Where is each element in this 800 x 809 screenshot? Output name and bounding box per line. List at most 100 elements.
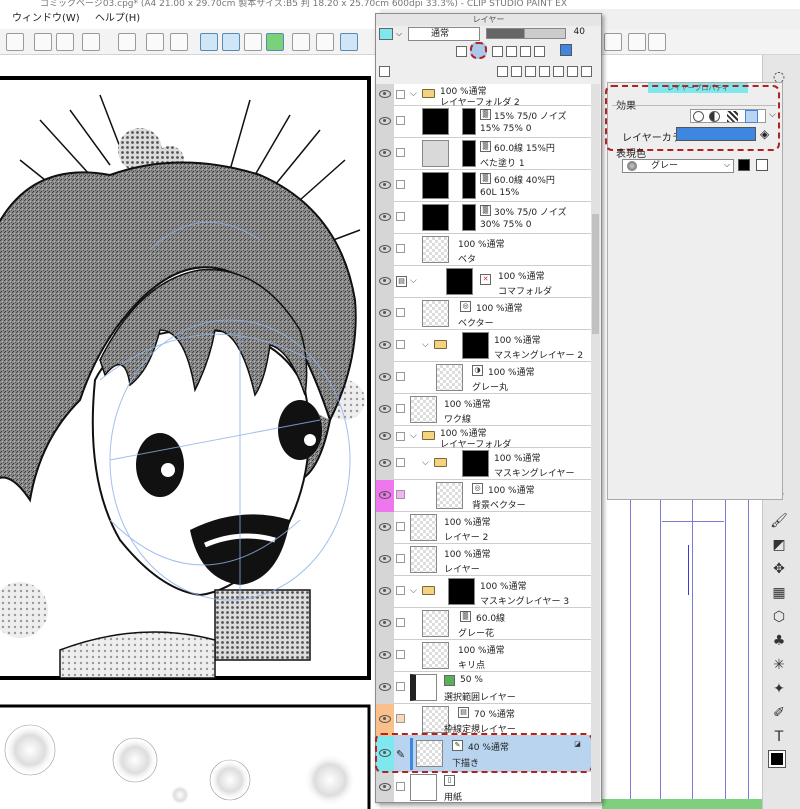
layer-row[interactable]: ▯ 用紙 <box>376 772 591 802</box>
layer-row[interactable]: ⌵ 100 %通常 レイヤーフォルダ 2 <box>376 84 591 108</box>
chevron-down-icon[interactable]: ⌵ <box>410 431 417 441</box>
new-vector-icon[interactable] <box>511 66 522 77</box>
eye-icon[interactable] <box>379 373 391 381</box>
lock-checkbox[interactable] <box>396 714 405 723</box>
layer-row[interactable]: ▒ 15% 75/0 ノイズ 15% 75% 0 <box>376 106 591 138</box>
layer-row[interactable]: ◎ 100 %通常 ベクター <box>376 298 591 330</box>
pen-icon[interactable] <box>200 33 218 51</box>
layer-row[interactable]: 100 %通常 ワク線 <box>376 394 591 426</box>
reset-icon[interactable] <box>604 33 622 51</box>
lasso-tool-icon[interactable]: ✦ <box>769 679 789 699</box>
chevron-down-icon[interactable]: ⌵ <box>724 160 730 170</box>
expression-select[interactable]: グレー <box>622 159 734 173</box>
layer-row[interactable]: ⌵ 100 %通常 マスキングレイヤー <box>376 448 591 480</box>
layer-row[interactable]: 100 %通常 キリ点 <box>376 640 591 672</box>
mask-icon[interactable] <box>567 66 578 77</box>
save-icon[interactable] <box>170 33 188 51</box>
color-swatch[interactable] <box>560 44 572 56</box>
main-color-swatch[interactable] <box>768 750 786 768</box>
cut-icon[interactable] <box>34 33 52 51</box>
chevron-down-icon[interactable]: ⌵ <box>422 340 429 350</box>
lock-checkbox[interactable] <box>396 244 405 253</box>
chevron-down-icon[interactable]: ⌵ <box>410 586 417 596</box>
chevron-down-icon[interactable]: ⌵ <box>396 29 402 39</box>
decoration-tool-icon[interactable]: ♣ <box>769 631 789 651</box>
layer-row[interactable]: ⌵ 100 %通常 マスキングレイヤー 3 <box>376 576 591 608</box>
lock-checkbox[interactable] <box>396 372 405 381</box>
frog-icon[interactable] <box>266 33 284 51</box>
fill-bucket-icon[interactable]: ◈ <box>760 127 769 141</box>
operation-tool-icon[interactable]: ✳ <box>769 655 789 675</box>
scrollbar-thumb[interactable] <box>592 214 599 334</box>
copy-icon[interactable] <box>56 33 74 51</box>
undo-icon[interactable] <box>82 33 100 51</box>
transparency-lock-icon[interactable] <box>506 46 517 57</box>
reference-icon[interactable] <box>520 46 531 57</box>
layer-row[interactable]: ◑ 100 %通常 グレー丸 <box>376 362 591 394</box>
layer-row[interactable]: 100 %通常 ベタ <box>376 234 591 266</box>
eye-icon[interactable] <box>379 619 391 627</box>
move-tool-icon[interactable]: ✥ <box>769 559 789 579</box>
border-effect-icon[interactable] <box>693 111 704 122</box>
fill-tool-icon[interactable]: ◩ <box>769 535 789 555</box>
blend-mode-select[interactable]: 通常 <box>408 27 480 41</box>
layer-color-swatch[interactable] <box>676 127 756 141</box>
layer-color-preview[interactable] <box>379 28 393 40</box>
layer-row[interactable]: ⌵ 100 %通常 マスキングレイヤー 2 <box>376 330 591 362</box>
eye-icon[interactable] <box>379 341 391 349</box>
clock-icon[interactable] <box>648 33 666 51</box>
opacity-slider[interactable] <box>486 28 566 39</box>
lock-checkbox[interactable] <box>396 586 405 595</box>
lock-checkbox[interactable] <box>396 490 405 499</box>
brush-tool-icon[interactable]: 🖌 <box>769 511 789 531</box>
lock-checkbox[interactable] <box>396 404 405 413</box>
trash-icon[interactable] <box>581 66 592 77</box>
new-folder-icon[interactable] <box>525 66 536 77</box>
lock-checkbox[interactable] <box>396 116 405 125</box>
snap-icon[interactable] <box>146 33 164 51</box>
layer-row[interactable]: ⌵ 100 %通常 レイヤーフォルダ <box>376 426 591 450</box>
menu-help[interactable]: ヘルプ(H) <box>95 13 140 24</box>
eye-icon[interactable] <box>379 181 391 189</box>
select-icon[interactable] <box>292 33 310 51</box>
close-circle-icon[interactable] <box>628 33 646 51</box>
chevron-down-icon[interactable]: ⌵ <box>410 89 417 99</box>
lock-checkbox[interactable] <box>396 212 405 221</box>
eye-icon[interactable] <box>379 715 391 723</box>
text-tool-icon[interactable]: T <box>769 727 789 747</box>
opacity-value[interactable]: 40 <box>569 27 585 41</box>
extract-line-icon[interactable] <box>709 111 720 122</box>
chevron-down-icon[interactable]: ⌵ <box>410 276 417 286</box>
sub-color-swatch[interactable] <box>756 159 768 171</box>
layer-row[interactable]: ▤ ⌵ ✕ 100 %通常 コマフォルダ <box>376 266 591 298</box>
layer-row[interactable]: ▤ 70 %通常 枠線定規レイヤー <box>376 704 591 736</box>
eye-icon[interactable] <box>379 555 391 563</box>
eye-icon[interactable] <box>379 149 391 157</box>
lock-checkbox[interactable] <box>396 782 405 791</box>
lock-checkbox[interactable] <box>396 650 405 659</box>
chevron-down-icon[interactable]: ⌵ <box>769 110 776 120</box>
layer-color-icon[interactable] <box>470 42 487 59</box>
eye-icon[interactable] <box>379 459 391 467</box>
lock-checkbox[interactable] <box>396 308 405 317</box>
layer-row[interactable]: 50 % 選択範囲レイヤー <box>376 672 591 704</box>
layer-scrollbar[interactable] <box>591 84 600 802</box>
figure-tool-icon[interactable]: ⬡ <box>769 607 789 627</box>
eye-icon[interactable] <box>379 523 391 531</box>
lock-checkbox[interactable] <box>396 554 405 563</box>
tone-effect-icon[interactable] <box>727 111 738 122</box>
layer-row-selected[interactable]: ✎ ✎ 40 %通常 下描き ◪ <box>376 736 591 772</box>
lock-checkbox[interactable] <box>396 90 405 99</box>
draft-icon[interactable] <box>534 46 545 57</box>
chevron-down-icon[interactable]: ⌵ <box>422 458 429 468</box>
eye-icon[interactable] <box>379 90 391 98</box>
lock-checkbox[interactable] <box>396 682 405 691</box>
lock-checkbox[interactable] <box>396 522 405 531</box>
layer-row[interactable]: 100 %通常 レイヤー 2 <box>376 512 591 544</box>
menu-window[interactable]: ウィンドウ(W) <box>12 13 80 24</box>
eraser-icon[interactable] <box>244 33 262 51</box>
transform-icon[interactable] <box>6 33 24 51</box>
main-color-swatch[interactable] <box>738 159 750 171</box>
layer-color-effect-icon[interactable] <box>745 110 758 123</box>
eye-icon[interactable] <box>379 117 391 125</box>
